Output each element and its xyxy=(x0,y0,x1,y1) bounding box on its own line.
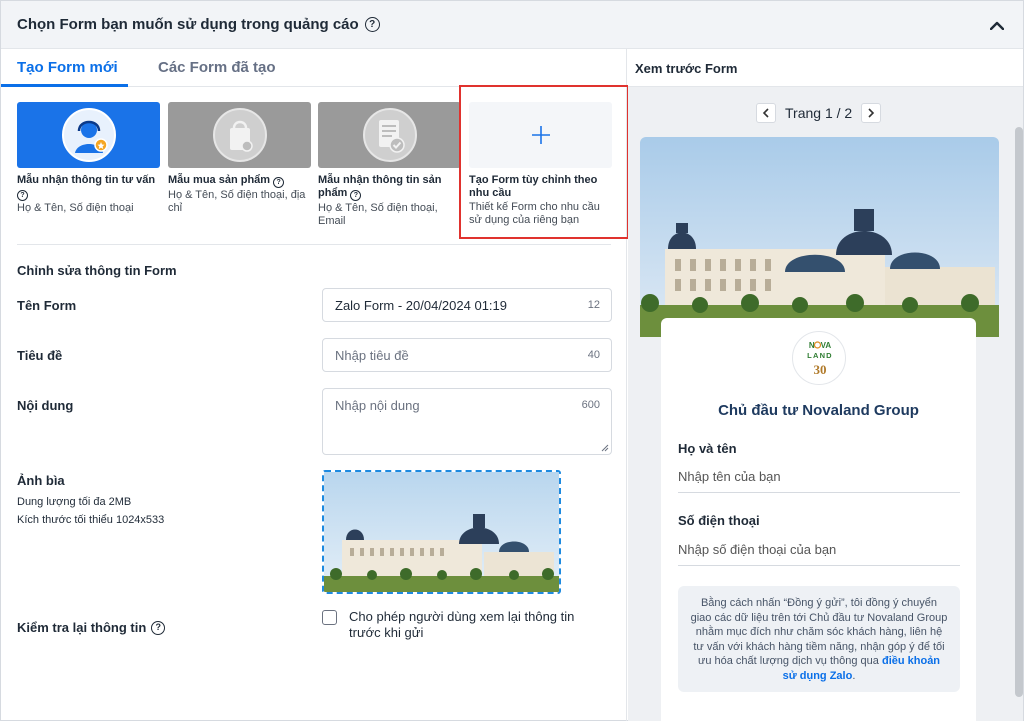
heading-label: Tiêu đề xyxy=(17,348,63,363)
preview-phone-input[interactable]: Nhập số điện thoại của bạn xyxy=(678,542,960,566)
panel-header[interactable]: Chọn Form bạn muốn sử dụng trong quảng c… xyxy=(1,1,1023,49)
chevron-left-icon[interactable] xyxy=(756,103,776,123)
question-circle-icon[interactable]: ? xyxy=(350,190,362,201)
char-counter: 600 xyxy=(581,399,600,411)
divider xyxy=(17,244,611,245)
tab-create-new-form[interactable]: Tạo Form mới xyxy=(17,59,118,76)
tab-created-forms[interactable]: Các Form đã tạo xyxy=(158,59,276,76)
panel-title-text: Chọn Form bạn muốn sử dụng trong quảng c… xyxy=(17,16,359,33)
heading-placeholder: Nhập tiêu đề xyxy=(335,348,409,363)
question-circle-icon[interactable]: ? xyxy=(364,17,380,32)
form-selector-panel: Chọn Form bạn muốn sử dụng trong quảng c… xyxy=(0,0,1024,721)
question-circle-icon[interactable]: ? xyxy=(151,620,166,635)
active-tab-indicator xyxy=(1,84,128,87)
review-label-text: Kiểm tra lại thông tin xyxy=(17,620,147,635)
template-product-info[interactable]: Mẫu nhận thông tin sản phẩm ? Họ & Tên, … xyxy=(318,102,461,228)
svg-text:LAND: LAND xyxy=(807,351,833,360)
preview-header: Xem trước Form xyxy=(628,49,1023,87)
edit-section-title: Chỉnh sửa thông tin Form xyxy=(17,263,177,278)
resize-handle-icon[interactable] xyxy=(601,444,609,452)
cover-label: Ảnh bìa xyxy=(17,473,65,488)
heading-input[interactable]: Nhập tiêu đề 40 xyxy=(322,338,612,372)
preview-title: Xem trước Form xyxy=(635,61,738,76)
preview-form-card: N VA LAND 30 Chủ đầu tư Novaland Group Họ… xyxy=(661,318,976,721)
preview-area: Trang 1 / 2 N VA LAND 30 Chủ đầu tư Nova… xyxy=(628,87,1023,721)
cover-image-upload[interactable] xyxy=(322,470,561,594)
document-check-icon xyxy=(318,102,461,168)
cover-photo xyxy=(324,472,559,592)
preview-scrollbar[interactable] xyxy=(1015,127,1023,697)
review-checkbox[interactable] xyxy=(322,610,337,625)
preview-name-input[interactable]: Nhập tên của bạn xyxy=(678,469,960,493)
consent-end: . xyxy=(852,669,856,682)
content-textarea[interactable]: Nhập nội dung 600 xyxy=(322,388,612,455)
cover-size-note: Dung lượng tối đa 2MB xyxy=(17,496,132,508)
form-name-input[interactable]: Zalo Form - 20/04/2024 01:19 12 xyxy=(322,288,612,322)
template-title: Mẫu nhận thông tin sản phẩm ? xyxy=(318,174,442,201)
consent-notice: Bằng cách nhấn “Đồng ý gửi”, tôi đồng ý … xyxy=(678,586,960,692)
review-checkbox-label[interactable]: Cho phép người dùng xem lại thông tin tr… xyxy=(349,609,609,641)
template-desc: Họ & Tên, Số điện thoại, địa chỉ xyxy=(168,189,306,214)
consultant-icon xyxy=(17,102,160,168)
pager: Trang 1 / 2 xyxy=(756,102,882,124)
shopping-bag-icon xyxy=(168,102,311,168)
char-counter: 12 xyxy=(587,299,600,311)
question-circle-icon[interactable]: ? xyxy=(273,177,285,188)
tab-bar: Tạo Form mới Các Form đã tạo xyxy=(1,49,627,87)
content-placeholder: Nhập nội dung xyxy=(335,398,420,413)
form-name-value: Zalo Form - 20/04/2024 01:19 xyxy=(335,298,507,313)
company-name: Chủ đầu tư Novaland Group xyxy=(718,402,919,419)
char-counter: 40 xyxy=(587,349,600,361)
preview-field-label: Số điện thoại xyxy=(678,513,760,528)
template-purchase[interactable]: Mẫu mua sản phẩm ? Họ & Tên, Số điện tho… xyxy=(168,102,311,215)
custom-form-highlight xyxy=(459,85,629,239)
template-title: Mẫu nhận thông tin tư vấn? xyxy=(17,174,156,201)
chevron-right-icon[interactable] xyxy=(861,103,882,123)
content-label: Nội dung xyxy=(17,398,74,413)
template-desc: Họ & Tên, Số điện thoại xyxy=(17,202,134,214)
question-circle-icon[interactable]: ? xyxy=(17,190,28,201)
template-title: Mẫu mua sản phẩm ? xyxy=(168,174,311,188)
chevron-up-icon[interactable] xyxy=(987,15,1007,35)
page-indicator: Trang 1 / 2 xyxy=(785,105,853,121)
review-label: Kiểm tra lại thông tin ? xyxy=(17,620,166,635)
svg-text:30: 30 xyxy=(814,362,827,377)
panel-title: Chọn Form bạn muốn sử dụng trong quảng c… xyxy=(17,16,380,33)
cover-dim-note: Kích thước tối thiểu 1024x533 xyxy=(17,514,165,526)
template-consultation[interactable]: Mẫu nhận thông tin tư vấn? Họ & Tên, Số … xyxy=(17,102,160,215)
form-preview: Xem trước Form Trang 1 / 2 N VA LAND 30 … xyxy=(628,49,1023,721)
company-logo: N VA LAND 30 xyxy=(792,331,846,385)
preview-cover-photo xyxy=(640,137,999,337)
preview-field-label: Họ và tên xyxy=(678,441,737,456)
template-desc: Họ & Tên, Số điện thoại, Email xyxy=(318,202,438,227)
form-name-label: Tên Form xyxy=(17,298,77,313)
